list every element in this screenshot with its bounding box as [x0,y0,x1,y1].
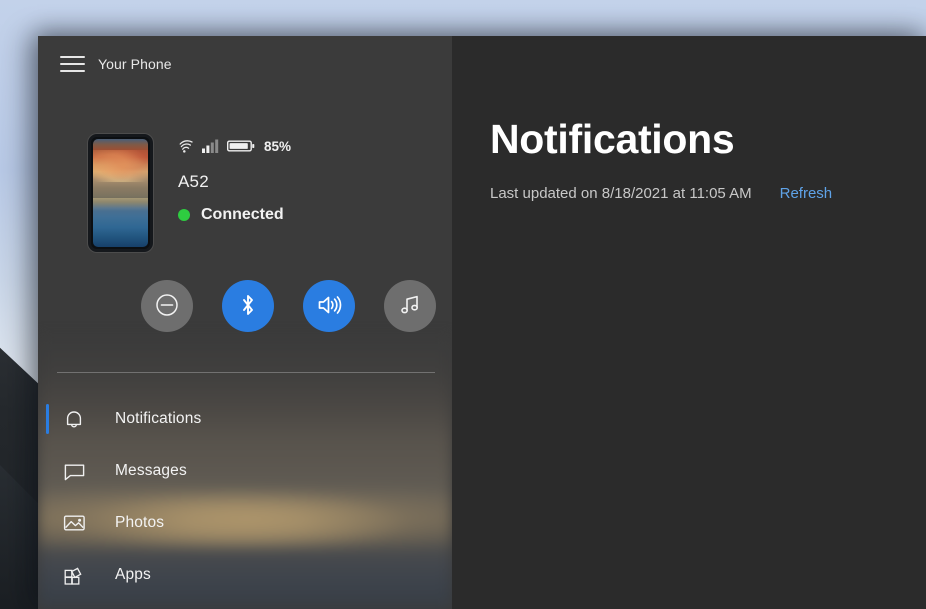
bell-icon [63,408,93,431]
battery-icon [227,139,255,153]
do-not-disturb-button[interactable] [141,280,193,332]
page-title: Notifications [490,119,926,160]
music-button[interactable] [384,280,436,332]
music-note-icon [398,293,422,320]
device-name-label: A52 [178,172,291,192]
sidebar-item-messages[interactable]: Messages [38,445,452,497]
connection-status: Connected [178,206,291,224]
connection-status-dot [178,209,190,221]
bluetooth-button[interactable] [222,280,274,332]
phone-wallpaper-thumbnail [88,134,153,252]
device-status-icons: 85% [178,136,291,156]
bluetooth-icon [237,293,259,320]
sidebar-item-label: Apps [115,566,151,584]
battery-percent-label: 85% [264,139,291,154]
title-bar: Your Phone [38,36,452,91]
sidebar-item-notifications[interactable]: Notifications [38,393,452,445]
hamburger-menu-icon[interactable] [52,48,92,80]
page-meta-row: Last updated on 8/18/2021 at 11:05 AM Re… [490,185,926,202]
cellular-signal-icon [202,139,220,153]
quick-actions-row [38,252,452,332]
desktop-background: Your Phone [0,0,926,609]
chat-bubble-icon [63,461,93,482]
wifi-icon [178,139,195,154]
sidebar: Your Phone [38,36,452,609]
volume-button[interactable] [303,280,355,332]
sidebar-item-label: Messages [115,462,187,480]
selection-indicator [46,404,49,434]
sidebar-divider [57,372,435,373]
app-title: Your Phone [98,56,172,72]
photo-icon [63,513,93,533]
your-phone-app-window: Your Phone [38,36,926,609]
sidebar-nav-list: Notifications Messages [38,373,452,601]
device-summary: 85% A52 Connected [38,91,452,252]
apps-grid-icon [63,565,93,586]
do-not-disturb-icon [154,292,180,321]
sidebar-item-label: Photos [115,514,164,532]
last-updated-label: Last updated on 8/18/2021 at 11:05 AM [490,185,752,202]
refresh-button[interactable]: Refresh [780,185,833,202]
sidebar-item-apps[interactable]: Apps [38,549,452,601]
connection-status-label: Connected [201,206,284,224]
main-content: Notifications Last updated on 8/18/2021 … [452,36,926,609]
volume-icon [316,293,342,320]
sidebar-item-label: Notifications [115,410,201,428]
sidebar-item-photos[interactable]: Photos [38,497,452,549]
